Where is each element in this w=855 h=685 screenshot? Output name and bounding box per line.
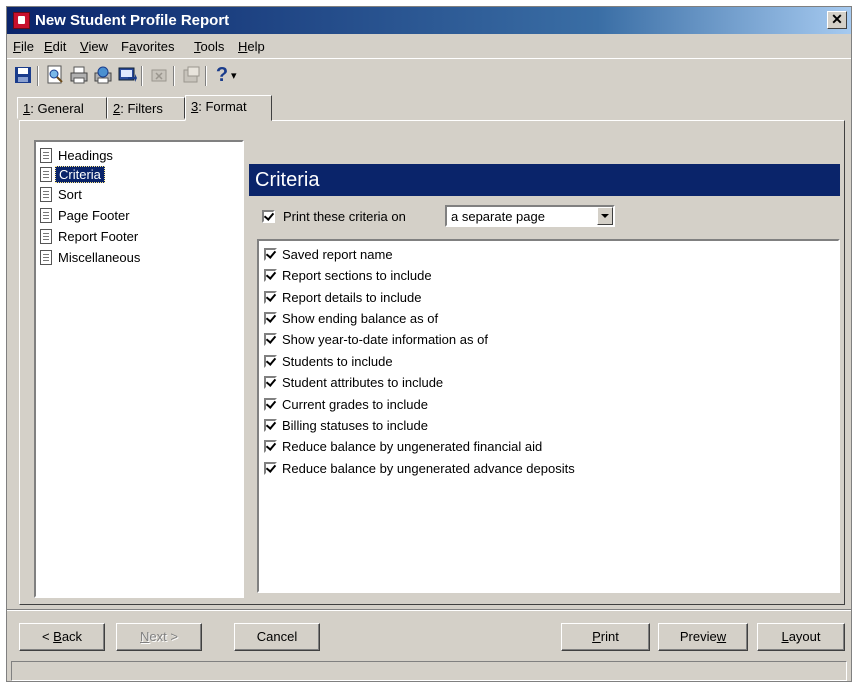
format-panel: Headings Criteria Sort Page Footer Repor… (19, 120, 845, 605)
print-button[interactable]: Print (561, 623, 650, 651)
properties-icon[interactable] (181, 65, 201, 85)
print-criteria-row: Print these criteria on (262, 205, 406, 227)
document-icon (40, 186, 52, 202)
criteria-checkbox[interactable] (264, 268, 277, 282)
document-icon (40, 166, 52, 182)
list-item[interactable]: Saved report name (264, 244, 393, 264)
section-title: Criteria (249, 164, 840, 196)
toolbar-separator (205, 66, 207, 86)
criteria-checkbox[interactable] (264, 418, 277, 432)
menu-view[interactable]: View (80, 39, 108, 54)
toolbar: ? ▾ (7, 60, 851, 90)
preview-icon[interactable] (45, 65, 65, 85)
list-item[interactable]: Reduce balance by ungenerated advance de… (264, 458, 575, 478)
window-title: New Student Profile Report (35, 12, 230, 29)
list-item[interactable]: Report details to include (264, 287, 421, 307)
nav-item-page-footer[interactable]: Page Footer (40, 205, 130, 225)
document-icon (40, 147, 52, 163)
back-button[interactable]: < Back (19, 623, 105, 651)
criteria-checkbox[interactable] (264, 439, 277, 453)
nav-item-report-footer[interactable]: Report Footer (40, 226, 138, 246)
print-icon[interactable] (69, 65, 89, 85)
document-icon (40, 207, 52, 223)
title-bar[interactable]: New Student Profile Report ✕ (7, 7, 851, 34)
help-dropdown-icon[interactable]: ▾ (231, 65, 241, 85)
list-item[interactable]: Billing statuses to include (264, 415, 428, 435)
next-button[interactable]: Next > (116, 623, 202, 651)
criteria-checkbox[interactable] (264, 375, 277, 389)
save-icon[interactable] (13, 65, 33, 85)
print-criteria-label: Print these criteria on (283, 208, 406, 224)
criteria-checkbox[interactable] (264, 461, 277, 475)
document-icon (40, 249, 52, 265)
app-icon (13, 12, 30, 29)
export-icon[interactable] (117, 65, 137, 85)
nav-item-miscellaneous[interactable]: Miscellaneous (40, 247, 140, 267)
print-location-select[interactable]: a separate page (445, 205, 615, 227)
criteria-checkbox[interactable] (264, 290, 277, 304)
nav-item-criteria[interactable]: Criteria (40, 164, 105, 184)
list-item[interactable]: Show ending balance as of (264, 308, 438, 328)
toolbar-separator (141, 66, 143, 86)
tab-format[interactable]: 3: Format (185, 95, 272, 121)
divider (7, 609, 851, 611)
status-bar (11, 661, 847, 681)
toolbar-separator (37, 66, 39, 86)
list-item[interactable]: Reduce balance by ungenerated financial … (264, 436, 542, 456)
criteria-checklist: Saved report name Report sections to inc… (257, 239, 840, 593)
list-item[interactable]: Current grades to include (264, 394, 428, 414)
nav-item-sort[interactable]: Sort (40, 184, 82, 204)
list-item[interactable]: Students to include (264, 351, 393, 371)
toolbar-separator (173, 66, 175, 86)
criteria-checkbox[interactable] (264, 332, 277, 346)
menu-tools[interactable]: Tools (194, 39, 224, 54)
format-section-list[interactable]: Headings Criteria Sort Page Footer Repor… (34, 140, 244, 598)
criteria-checkbox[interactable] (264, 354, 277, 368)
layout-button[interactable]: Layout (757, 623, 845, 651)
print-setup-icon[interactable] (93, 65, 113, 85)
tab-filters[interactable]: 2: Filters (107, 97, 185, 119)
delete-icon[interactable] (149, 65, 169, 85)
menu-bar: File Edit View Favorites Tools Help (7, 36, 851, 59)
criteria-checkbox[interactable] (264, 247, 277, 261)
close-button[interactable]: ✕ (827, 11, 847, 29)
list-item[interactable]: Student attributes to include (264, 372, 443, 392)
preview-button[interactable]: Preview (658, 623, 748, 651)
criteria-checkbox[interactable] (264, 397, 277, 411)
report-window: New Student Profile Report ✕ File Edit V… (6, 6, 852, 682)
menu-edit[interactable]: Edit (44, 39, 66, 54)
list-item[interactable]: Report sections to include (264, 265, 432, 285)
print-criteria-checkbox[interactable] (262, 209, 275, 223)
menu-help[interactable]: Help (238, 39, 265, 54)
menu-favorites[interactable]: Favorites (121, 39, 174, 54)
document-icon (40, 228, 52, 244)
tab-general[interactable]: 1: General (17, 97, 107, 119)
menu-file[interactable]: File (13, 39, 34, 54)
list-item[interactable]: Show year-to-date information as of (264, 329, 488, 349)
help-icon[interactable]: ? (215, 65, 229, 85)
criteria-checkbox[interactable] (264, 311, 277, 325)
nav-item-headings[interactable]: Headings (40, 145, 113, 165)
cancel-button[interactable]: Cancel (234, 623, 320, 651)
chevron-down-icon[interactable] (597, 207, 613, 225)
